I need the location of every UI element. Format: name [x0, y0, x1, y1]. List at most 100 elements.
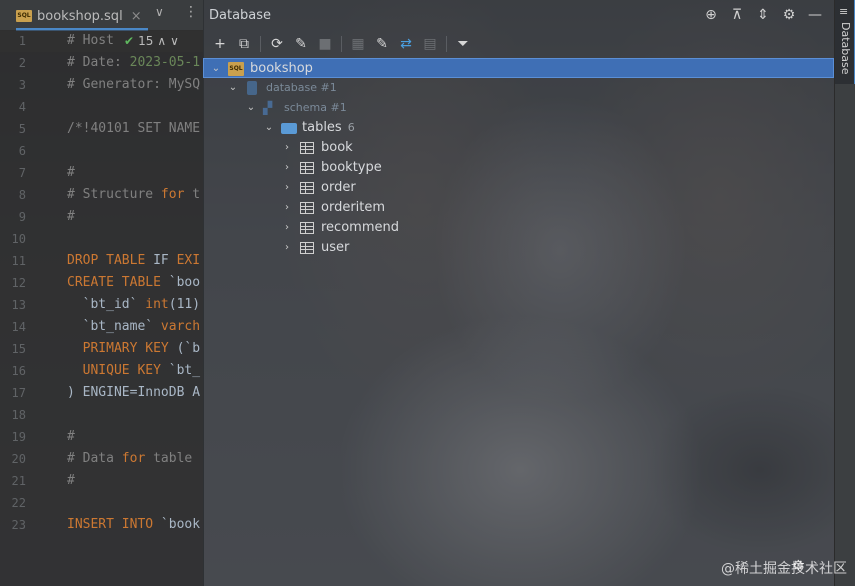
tab-bookshop-sql[interactable]: SQL bookshop.sql × [16, 4, 148, 31]
code-text: `bt_name` varch [67, 316, 200, 338]
code-line[interactable]: 22 [0, 492, 203, 514]
code-token: DROP TABLE [67, 253, 146, 268]
tree-item-tables[interactable]: ⌄ tables 6 [203, 118, 834, 138]
tree-item-label: bookshop [250, 61, 313, 76]
toolbar-separator [446, 36, 447, 52]
code-token: for [160, 187, 185, 202]
code-text: # [67, 470, 75, 492]
collapse-arrow-icon[interactable]: › [281, 138, 293, 158]
sql-editor[interactable]: SQL bookshop.sql × ∨ ⋮ 1 # Host 2 # Date: 2… [0, 0, 204, 586]
expand-arrow-icon[interactable]: ⌄ [263, 118, 275, 138]
code-line[interactable]: 20 # Data for table [0, 448, 203, 470]
code-token: `boo [160, 275, 201, 290]
check-icon: ✔ [124, 34, 135, 48]
table-icon [300, 182, 314, 194]
line-number: 21 [11, 474, 26, 488]
tree-item-table-user[interactable]: › user [203, 238, 834, 258]
tree-item-schema[interactable]: ⌄ ▞ schema #1 [203, 98, 834, 118]
code-line[interactable]: 9 # [0, 206, 203, 228]
code-line[interactable]: 2 # Date: 2023-05-1 [0, 52, 203, 74]
jump-to-console-icon[interactable]: ⇄ [395, 33, 417, 55]
target-icon[interactable]: ⊕ [702, 6, 720, 24]
line-number: 2 [18, 56, 26, 70]
code-token: # Generator: MySQ [67, 77, 201, 92]
code-token: UNIQUE KEY [67, 363, 161, 378]
tree-item-table-order[interactable]: › order [203, 178, 834, 198]
console-icon[interactable]: ▤ [419, 33, 441, 55]
code-token: int [145, 297, 169, 312]
tree-item-label: schema #1 [284, 101, 347, 114]
next-highlight-icon[interactable]: ∨ [170, 34, 179, 48]
code-text: # [67, 426, 75, 448]
table-editor-icon[interactable]: ▦ [347, 33, 369, 55]
chevron-down-icon[interactable]: ∨ [155, 5, 164, 19]
code-text: PRIMARY KEY (`b [67, 338, 200, 360]
collapse-arrow-icon[interactable]: › [281, 198, 293, 218]
code-text: INSERT INTO `book [67, 514, 200, 536]
tree-item-database[interactable]: ⌄ database #1 [203, 78, 834, 98]
minimize-icon[interactable]: — [806, 6, 824, 24]
more-options-icon[interactable]: ⋮ [184, 4, 198, 20]
database-toolbar: + ⧉ ⟳ ✎ ■ ▦ ✎ ⇄ ▤ ⏷ [203, 32, 840, 56]
table-icon [300, 142, 314, 154]
tree-item-bookshop[interactable]: ⌄ SQL bookshop [203, 58, 834, 78]
code-line[interactable]: 18 [0, 404, 203, 426]
code-line[interactable]: 7 # [0, 162, 203, 184]
filter-icon[interactable]: ⏷ [452, 33, 474, 55]
add-icon[interactable]: + [209, 33, 231, 55]
expand-arrow-icon[interactable]: ⌄ [227, 78, 239, 98]
code-token: # Date: [67, 55, 130, 70]
expand-icon[interactable]: ⇕ [754, 6, 772, 24]
code-line[interactable]: 15 PRIMARY KEY (`b [0, 338, 203, 360]
collapse-arrow-icon[interactable]: › [281, 178, 293, 198]
tree-item-table-book[interactable]: › book [203, 138, 834, 158]
code-line[interactable]: 11 DROP TABLE IF EXI [0, 250, 203, 272]
database-icon [247, 81, 257, 95]
code-line[interactable]: 16 UNIQUE KEY `bt_ [0, 360, 203, 382]
table-icon [300, 222, 314, 234]
previous-highlight-icon[interactable]: ∧ [157, 34, 166, 48]
gear-icon[interactable]: ⚙ [780, 6, 798, 24]
code-line[interactable]: 5 /*!40101 SET NAME [0, 118, 203, 140]
inspection-widget[interactable]: ✔ 15 ∧ ∨ [124, 34, 179, 48]
tree-item-table-booktype[interactable]: › booktype [203, 158, 834, 178]
expand-arrow-icon[interactable]: ⌄ [210, 59, 222, 79]
collapse-arrow-icon[interactable]: › [281, 238, 293, 258]
refresh-icon[interactable]: ⟳ [266, 33, 288, 55]
tree-item-table-recommend[interactable]: › recommend [203, 218, 834, 238]
code-token: # Host [67, 33, 114, 48]
code-text: # Data for table [67, 448, 192, 470]
collapse-arrow-icon[interactable]: › [281, 158, 293, 178]
tree-item-label: booktype [321, 160, 382, 175]
code-line[interactable]: 8 # Structure for t [0, 184, 203, 206]
code-token: ) ENGINE=InnoDB A [67, 385, 201, 400]
collapse-arrow-icon[interactable]: › [281, 218, 293, 238]
code-line[interactable]: 10 [0, 228, 203, 250]
toolbar-separator [341, 36, 342, 52]
properties-icon[interactable]: ✎ [290, 33, 312, 55]
stop-icon[interactable]: ■ [314, 33, 336, 55]
code-text: # Date: 2023-05-1 [67, 52, 200, 74]
copy-icon[interactable]: ⧉ [233, 33, 255, 55]
code-line[interactable]: 14 `bt_name` varch [0, 316, 203, 338]
code-line[interactable]: 3 # Generator: MySQ [0, 74, 203, 96]
code-line[interactable]: 17) ENGINE=InnoDB A [0, 382, 203, 404]
database-tool-button[interactable]: ≡ Database [835, 0, 855, 84]
folder-label: tables [302, 120, 342, 135]
code-line[interactable]: 21 # [0, 470, 203, 492]
expand-arrow-icon[interactable]: ⌄ [245, 98, 257, 118]
code-line[interactable]: 13 `bt_id` int(11) [0, 294, 203, 316]
edit-source-icon[interactable]: ✎ [371, 33, 393, 55]
code-line[interactable]: 4 [0, 96, 203, 118]
code-line[interactable]: 12 CREATE TABLE `boo [0, 272, 203, 294]
code-line[interactable]: 6 [0, 140, 203, 162]
code-line[interactable]: 19 # [0, 426, 203, 448]
datasource-icon: SQL [228, 62, 244, 76]
line-number: 3 [18, 78, 26, 92]
close-icon[interactable]: × [131, 9, 142, 24]
collapse-all-icon[interactable]: ⊼ [728, 6, 746, 24]
code-line[interactable]: 23 INSERT INTO `book [0, 514, 203, 536]
tree-item-table-orderitem[interactable]: › orderitem [203, 198, 834, 218]
line-number: 10 [11, 232, 26, 246]
code-text: # Structure for t [67, 184, 200, 206]
